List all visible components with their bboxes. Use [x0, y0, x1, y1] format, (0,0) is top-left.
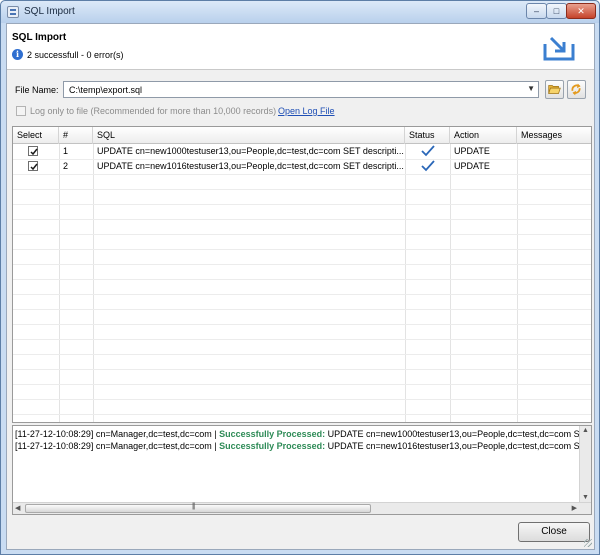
- reload-file-button[interactable]: [567, 80, 586, 99]
- row-divider: [13, 294, 591, 295]
- file-name-combobox[interactable]: C:\temp\export.sql ▼: [63, 81, 539, 98]
- file-name-value: C:\temp\export.sql: [69, 85, 143, 95]
- scroll-up-icon[interactable]: ▲: [582, 427, 589, 434]
- column-header-messages[interactable]: Messages: [517, 127, 591, 144]
- table-header: Select # SQL Status Action Messages: [13, 127, 591, 144]
- log-line: [11-27-12-10:08:29] cn=Manager,dc=test,d…: [15, 441, 591, 451]
- success-check-icon: [421, 145, 435, 157]
- dropdown-arrow-icon[interactable]: ▼: [527, 84, 535, 93]
- import-arrow-icon: [543, 36, 575, 61]
- row-divider: [13, 204, 591, 205]
- row-number: 1: [63, 146, 69, 156]
- log-line: [11-27-12-10:08:29] cn=Manager,dc=test,d…: [15, 429, 591, 439]
- log-only-checkbox[interactable]: [16, 106, 26, 116]
- success-check-icon: [421, 160, 435, 172]
- row-action: UPDATE: [454, 146, 490, 156]
- row-divider: [13, 189, 591, 190]
- import-log-panel[interactable]: [11-27-12-10:08:29] cn=Manager,dc=test,d…: [12, 425, 592, 515]
- column-header-sql[interactable]: SQL: [93, 127, 405, 144]
- grip-icon: |||: [192, 503, 196, 510]
- log-timestamp: [11-27-12-10:08:29]: [15, 441, 94, 451]
- column-divider: [405, 144, 406, 422]
- log-status: Successfully Processed:: [219, 441, 326, 451]
- window-title: SQL Import: [24, 6, 75, 17]
- row-divider: [13, 264, 591, 265]
- dialog-content: SQL Import i 2 successfull - 0 error(s) …: [6, 23, 595, 550]
- log-user: cn=Manager,dc=test,dc=com |: [95, 441, 217, 451]
- row-divider: [13, 369, 591, 370]
- table-row[interactable]: 1 UPDATE cn=new1000testuser13,ou=People,…: [13, 144, 591, 159]
- scroll-left-icon[interactable]: ◀: [15, 504, 20, 512]
- sql-import-window: SQL Import – □ ✕ SQL Import i 2 successf…: [0, 0, 600, 555]
- log-text: UPDATE cn=new1016testuser13,ou=People,dc…: [327, 441, 592, 451]
- log-horizontal-scrollbar[interactable]: ◀ ||| ▶: [13, 502, 591, 514]
- row-select-checkbox[interactable]: [28, 161, 38, 171]
- page-title: SQL Import: [12, 32, 67, 43]
- row-divider: [13, 324, 591, 325]
- log-vertical-scrollbar[interactable]: ▲ ▼: [579, 426, 591, 502]
- app-icon: [7, 6, 19, 18]
- scroll-thumb[interactable]: |||: [25, 503, 371, 513]
- minimize-button[interactable]: –: [526, 3, 547, 19]
- window-close-button[interactable]: ✕: [566, 3, 596, 19]
- reload-icon: [571, 83, 581, 96]
- dialog-header: SQL Import i 2 successfull - 0 error(s): [7, 24, 594, 70]
- column-divider: [59, 144, 60, 422]
- column-header-number[interactable]: #: [59, 127, 93, 144]
- column-divider: [93, 144, 94, 422]
- title-bar[interactable]: SQL Import – □ ✕: [1, 1, 599, 23]
- column-divider: [517, 144, 518, 422]
- log-timestamp: [11-27-12-10:08:29]: [15, 429, 94, 439]
- log-only-label: Log only to file (Recommended for more t…: [30, 106, 277, 116]
- row-divider: [13, 249, 591, 250]
- row-divider: [13, 309, 591, 310]
- resize-grip-icon[interactable]: [584, 539, 592, 547]
- row-message: [517, 159, 591, 174]
- row-sql: UPDATE cn=new1016testuser13,ou=People,dc…: [97, 161, 404, 171]
- row-number: 2: [63, 161, 69, 171]
- row-divider: [13, 354, 591, 355]
- row-action: UPDATE: [454, 161, 490, 171]
- checkmark-icon: [30, 163, 38, 171]
- column-header-status[interactable]: Status: [405, 127, 450, 144]
- row-divider: [13, 279, 591, 280]
- scroll-right-icon[interactable]: ▶: [572, 504, 577, 512]
- row-divider: [13, 174, 591, 175]
- file-name-label: File Name:: [15, 85, 59, 95]
- import-status-text: 2 successfull - 0 error(s): [27, 50, 124, 60]
- maximize-button[interactable]: □: [546, 3, 567, 19]
- row-message: [517, 144, 591, 159]
- checkmark-icon: [30, 148, 38, 156]
- close-button[interactable]: Close: [518, 522, 590, 542]
- row-divider: [13, 219, 591, 220]
- row-divider: [13, 414, 591, 415]
- row-divider: [13, 384, 591, 385]
- info-icon: i: [12, 49, 23, 60]
- column-divider: [450, 144, 451, 422]
- column-header-action[interactable]: Action: [450, 127, 517, 144]
- log-status: Successfully Processed:: [219, 429, 326, 439]
- row-select-checkbox[interactable]: [28, 146, 38, 156]
- sql-statements-table[interactable]: Select # SQL Status Action Messages 1 UP…: [12, 126, 592, 423]
- log-text: UPDATE cn=new1000testuser13,ou=People,dc…: [327, 429, 592, 439]
- open-log-file-link[interactable]: Open Log File: [278, 106, 335, 116]
- row-divider: [13, 339, 591, 340]
- row-divider: [13, 234, 591, 235]
- log-user: cn=Manager,dc=test,dc=com |: [95, 429, 217, 439]
- row-sql: UPDATE cn=new1000testuser13,ou=People,dc…: [97, 146, 404, 156]
- folder-open-icon: [548, 85, 561, 94]
- column-header-select[interactable]: Select: [13, 127, 59, 144]
- table-row[interactable]: 2 UPDATE cn=new1016testuser13,ou=People,…: [13, 159, 591, 174]
- scroll-down-icon[interactable]: ▼: [582, 494, 589, 501]
- row-divider: [13, 399, 591, 400]
- browse-file-button[interactable]: [545, 80, 564, 99]
